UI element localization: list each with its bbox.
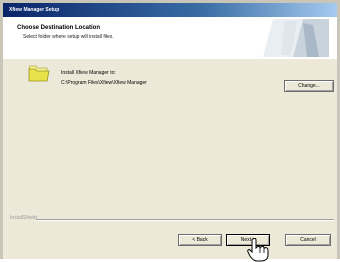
back-button[interactable]: < Back	[178, 234, 222, 246]
wizard-header: Choose Destination Location Select folde…	[3, 17, 337, 60]
installshield-label: InstallShield	[10, 215, 37, 221]
page-subtitle: Select folder where setup will install f…	[23, 34, 114, 40]
footer-divider	[36, 219, 334, 221]
wizard-graphic-icon	[263, 19, 329, 57]
install-location-label: Install Xfiew Manager to:	[61, 70, 116, 76]
page-title: Choose Destination Location	[17, 25, 101, 31]
cancel-button[interactable]: Cancel	[285, 234, 331, 246]
install-location-path: C:\Program Files\Xfiew\Xfiew Manager	[61, 80, 147, 86]
title-bar[interactable]: Xfiew Manager Setup	[3, 3, 337, 17]
setup-window: Xfiew Manager Setup Choose Destination L…	[0, 0, 340, 262]
window-title: Xfiew Manager Setup	[9, 7, 60, 13]
folder-icon	[28, 65, 50, 82]
hand-pointer-icon	[247, 238, 269, 262]
change-button[interactable]: Change...	[284, 80, 334, 92]
